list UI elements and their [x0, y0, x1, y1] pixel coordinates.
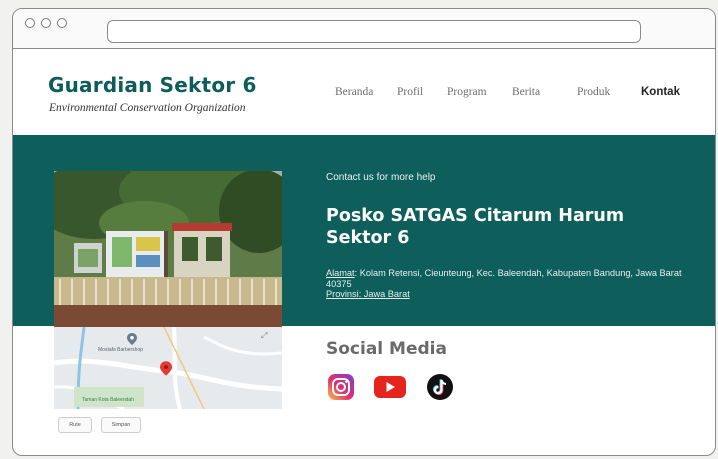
window-maximize-button[interactable] — [57, 18, 67, 28]
nav-item-beranda[interactable]: Beranda — [335, 86, 373, 98]
youtube-icon[interactable] — [373, 373, 407, 401]
fullscreen-icon[interactable]: ⤢ — [261, 331, 267, 341]
save-place-button[interactable]: Simpan — [101, 417, 141, 433]
province-value: : Jawa Barat — [358, 289, 410, 299]
location-map[interactable]: Mostafa Barbershop Taman Kota Baleendah … — [54, 327, 282, 409]
site-title[interactable]: Guardian Sektor 6 — [48, 73, 257, 97]
contact-title: Posko SATGAS Citarum Harum Sektor 6 — [326, 206, 625, 248]
instagram-icon[interactable] — [327, 373, 355, 401]
nav-item-profil[interactable]: Profil — [397, 86, 423, 98]
map-poi-label: Mostafa Barbershop — [98, 347, 144, 353]
window-close-button[interactable] — [25, 18, 35, 28]
site-subtitle: Environmental Conservation Organization — [49, 102, 246, 114]
address-bar[interactable] — [107, 20, 641, 43]
nav-item-kontak[interactable]: Kontak — [641, 86, 680, 98]
tiktok-icon[interactable] — [426, 373, 454, 401]
window-minimize-button[interactable] — [41, 18, 51, 28]
site-header: Guardian Sektor 6 Environmental Conserva… — [13, 49, 715, 135]
social-media-title: Social Media — [326, 339, 447, 359]
poi-pin-icon[interactable] — [127, 333, 137, 345]
nav-item-program[interactable]: Program — [447, 86, 487, 98]
contact-address: Alamat: Kolam Retensi, Cieunteung, Kec. … — [326, 268, 686, 300]
contact-eyebrow: Contact us for more help — [326, 172, 436, 183]
nav-item-berita[interactable]: Berita — [512, 86, 540, 98]
address-value: : Kolam Retensi, Cieunteung, Kec. Baleen… — [326, 268, 682, 289]
browser-window: Guardian Sektor 6 Environmental Conserva… — [12, 8, 716, 456]
route-button[interactable]: Rute — [58, 417, 92, 433]
province-label[interactable]: Provinsi — [326, 289, 359, 299]
browser-chrome — [13, 9, 715, 49]
map-place-label: Taman Kota Baleendah — [82, 397, 134, 403]
nav-item-produk[interactable]: Produk — [577, 86, 610, 98]
post-photo — [54, 171, 282, 327]
address-label[interactable]: Alamat — [326, 268, 355, 278]
map-pin-icon[interactable] — [160, 361, 172, 376]
